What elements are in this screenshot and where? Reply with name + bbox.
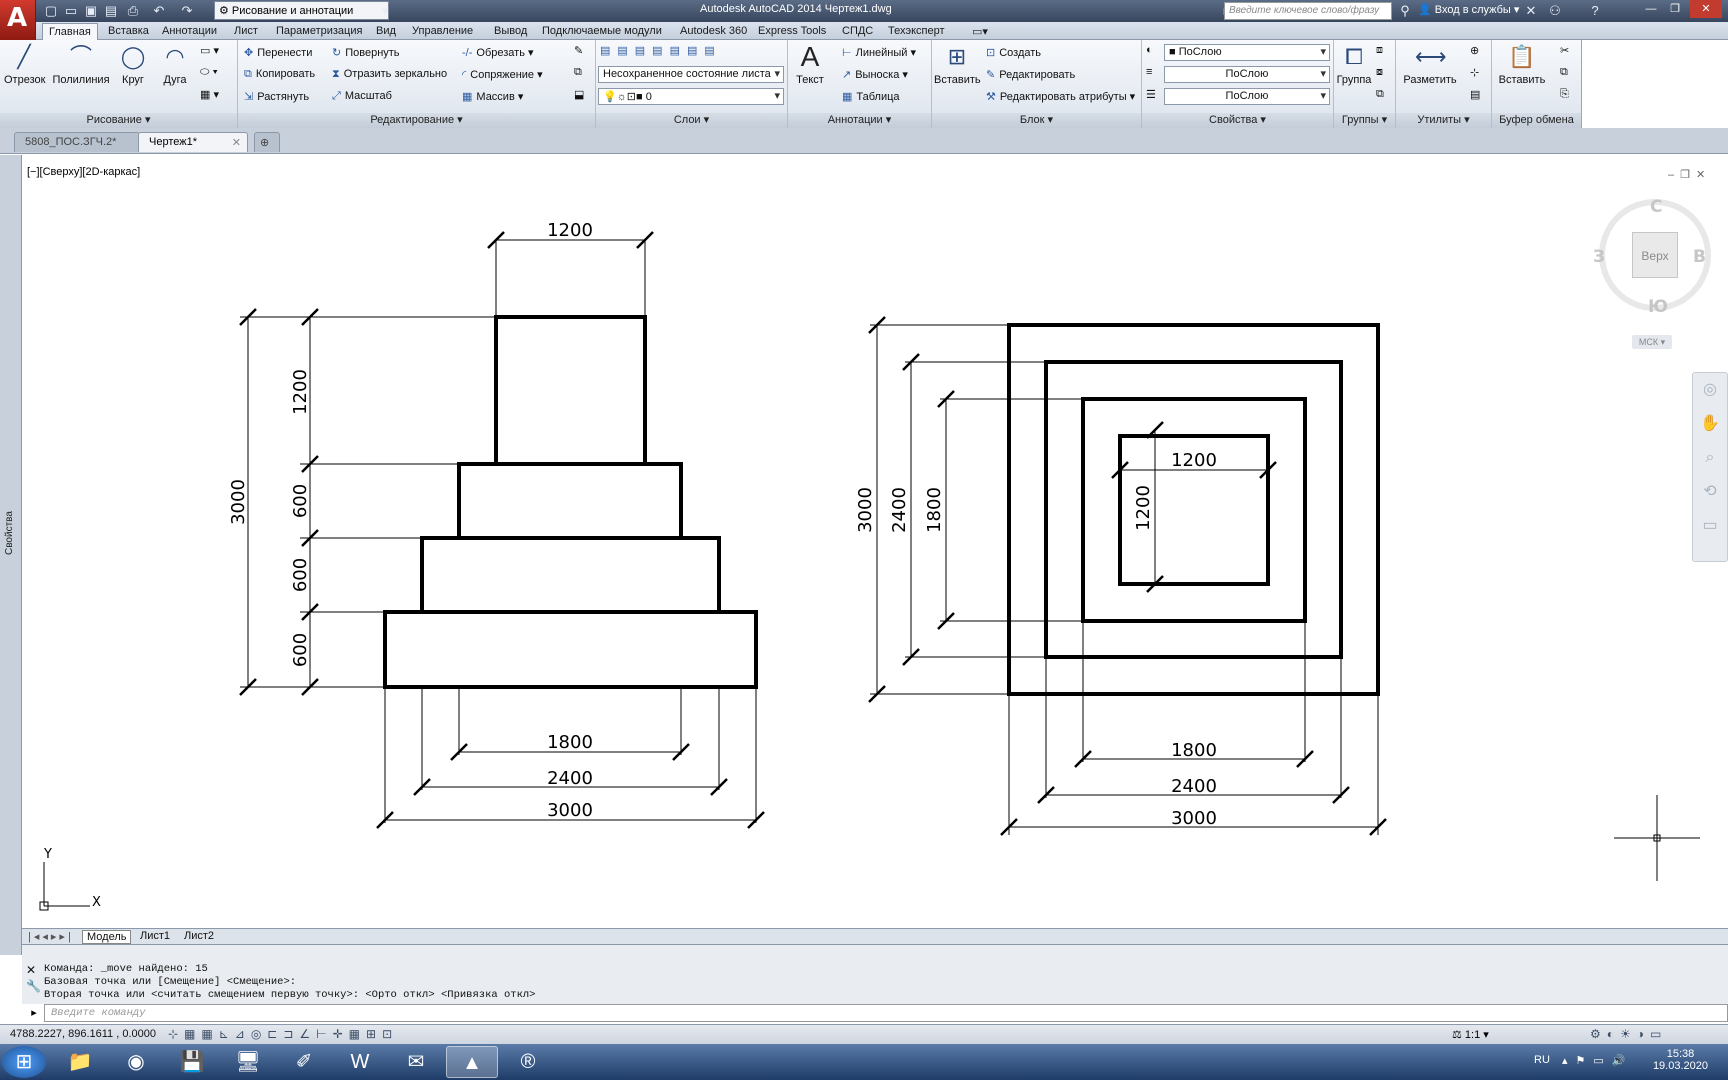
viewcube-south[interactable]: Ю [1648,297,1668,317]
explorer-icon[interactable]: 📁 [54,1046,106,1078]
dim-front-w3: 3000 [547,800,593,821]
front-tier-base [383,610,758,689]
dim-front-h1: 1200 [290,369,311,415]
ucs-x-label: X [92,895,101,910]
dim-front-h2: 600 [290,484,311,518]
crosshair-cursor [1614,795,1700,881]
plan-app-icon[interactable]: ✐ [278,1046,330,1078]
nav-tools-icon[interactable]: ◎ ✋ ⌕ ⟲ ▭ [1693,373,1727,543]
tray-icons[interactable]: ▴⚑▭🔊 [1562,1054,1633,1067]
layout-tabs: |◂◂▸▸| Модель Лист1 Лист2 [22,928,1728,944]
plan-view [1007,323,1380,696]
dim-plan-w2: 2400 [1171,776,1217,797]
save-app-icon[interactable]: 💾 [166,1046,218,1078]
clock-time: 15:38 [1666,1048,1695,1060]
start-button-icon[interactable]: ⊞ [2,1046,46,1078]
ucs-menu[interactable]: МСК ▾ [1632,335,1672,349]
plan-square-3000 [1007,323,1380,696]
dim-plan-w1: 1800 [1171,740,1217,761]
plan-dimension-ticks [868,316,1387,836]
front-tier-3 [420,536,721,614]
outlook-icon[interactable]: ✉ [390,1046,442,1078]
dim-plan-inner-height: 1200 [1133,485,1154,531]
front-tier-2 [457,462,683,540]
dim-front-w2: 2400 [547,768,593,789]
viewcube-east[interactable]: В [1693,247,1706,267]
language-indicator[interactable]: RU [1534,1054,1550,1066]
plan-square-1800 [1081,397,1307,623]
front-dimension-ticks [239,231,765,829]
front-view [383,315,758,689]
drawing-svg: 1200 1200 600 600 600 3000 1800 2400 300… [39,197,1711,911]
dim-front-h3: 600 [290,558,311,592]
dim-plan-h3: 3000 [855,487,876,533]
word-icon[interactable]: W [334,1046,386,1078]
front-tier-top [494,315,647,466]
dim-plan-h2: 2400 [889,487,910,533]
tab-sheet2[interactable]: Лист2 [180,930,218,942]
dim-front-top-width: 1200 [547,220,593,241]
dim-plan-w3: 3000 [1171,808,1217,829]
command-prompt-icon[interactable]: ▸ [24,1004,44,1022]
viewcube-top-face[interactable]: Верх [1632,232,1678,278]
tab-sheet1[interactable]: Лист1 [136,930,174,942]
layout-nav-arrows-icon[interactable]: |◂◂▸▸| [24,930,78,943]
chrome-icon[interactable]: ◉ [110,1046,162,1078]
ucs-icon [39,862,90,911]
dim-front-w1: 1800 [547,732,593,753]
plan-dimension-lines [870,324,1379,835]
navigation-bar[interactable]: ◎ ✋ ⌕ ⟲ ▭ [1692,372,1728,562]
command-history-line: Команда: _move найдено: 15 [44,963,208,975]
tab-model[interactable]: Модель [82,930,132,944]
dim-front-h4: 600 [290,633,311,667]
plan-square-2400 [1044,360,1343,659]
display-app-icon[interactable]: 🖥 [222,1046,274,1078]
windows-taskbar: ⊞ 📁 ◉ 💾 🖥 ✐ W ✉ ▲ ® RU ▴⚑▭🔊 15:38 19.03.… [0,1044,1728,1080]
command-input[interactable]: Введите команду [44,1004,1728,1022]
dim-plan-inner-width: 1200 [1171,450,1217,471]
status-bar: 4788.2227, 896.1611 , 0.0000 ⊹▦▦⊾⊿◎⊏⊐∠⊢✛… [0,1024,1728,1044]
annotation-scale[interactable]: ⚖ 1:1 ▾ [1452,1028,1489,1041]
command-history-line: Вторая точка или <считать смещением перв… [44,989,536,1001]
clock-date: 19.03.2020 [1652,1060,1708,1072]
clock[interactable]: 15:38 19.03.2020 [1653,1048,1708,1072]
command-window: ✕ 🔧 Команда: _move найдено: 15 Базовая т… [22,944,1728,1004]
status-tray-icons[interactable]: ⚙◐☀◑▭ [1590,1027,1667,1041]
coordinates-readout: 4788.2227, 896.1611 , 0.0000 [10,1028,156,1040]
app-r-icon[interactable]: ® [502,1046,554,1078]
dim-plan-h1: 1800 [924,487,945,533]
viewcube-west[interactable]: З [1593,247,1605,267]
ucs-y-label: Y [43,847,52,862]
annotation-scale-value: 1:1 [1464,1029,1481,1041]
command-history-line: Базовая точка или [Смещение] <Смещение>: [44,976,297,988]
viewcube-north[interactable]: С [1650,197,1662,217]
drafting-toggles-icons[interactable]: ⊹▦▦⊾⊿◎⊏⊐∠⊢✛▦⊞⊡ [168,1027,398,1041]
autocad-taskbar-icon[interactable]: ▲ [446,1046,498,1078]
close-command-icon[interactable]: ✕ [26,963,36,977]
dim-front-total-height: 3000 [228,479,249,525]
command-settings-icon[interactable]: 🔧 [26,979,41,993]
